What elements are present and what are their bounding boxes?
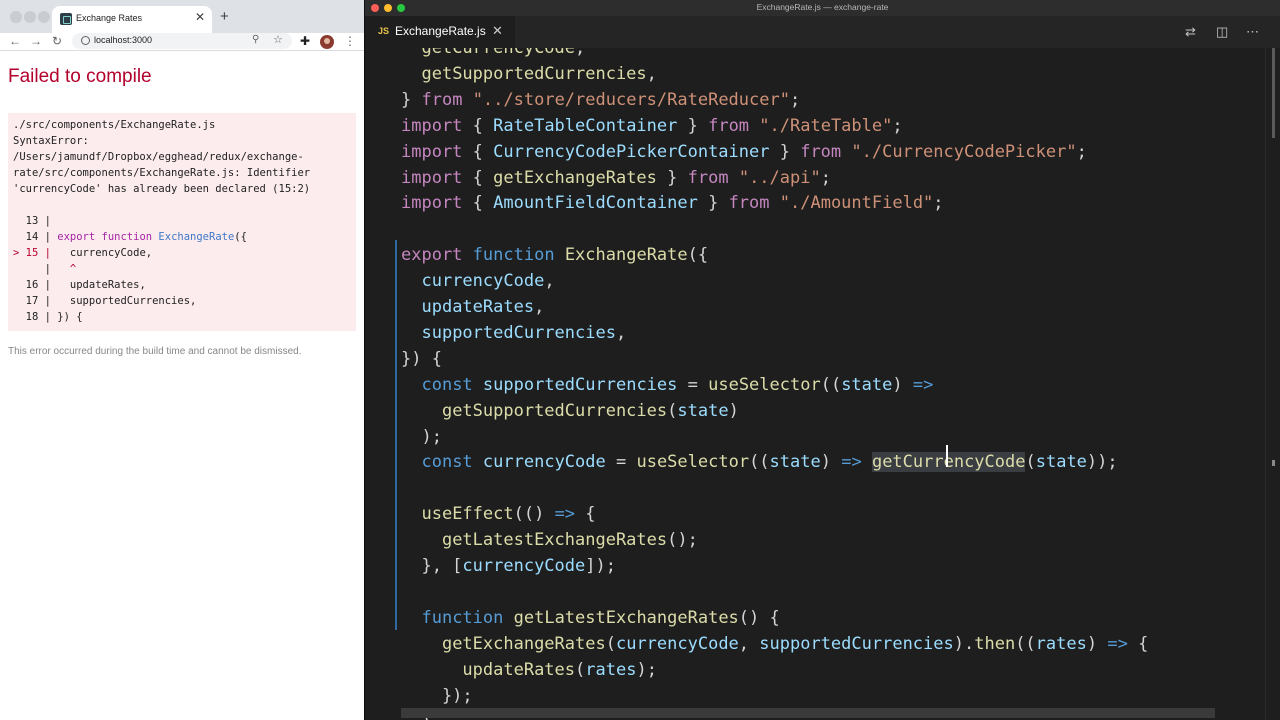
vertical-scrollbar[interactable]	[1265, 48, 1280, 720]
minimize-window-button[interactable]	[24, 11, 36, 23]
zoom-icon[interactable]: ⚲	[252, 34, 259, 45]
code-frame-code: export function ExchangeRate({	[57, 231, 247, 243]
code-editor[interactable]: getCurrencyCode, getSupportedCurrencies,…	[365, 48, 1265, 720]
code-frame-gutter: 16 |	[13, 279, 58, 291]
code-line[interactable]: import { CurrencyCodePickerContainer } f…	[401, 141, 1087, 163]
code-frame-gutter: 14 |	[13, 231, 58, 243]
code-line[interactable]: getExchangeRates(currencyCode, supported…	[401, 633, 1148, 655]
code-frame-gutter: 13 |	[13, 215, 58, 227]
code-frame-line: 17 | supportedCurrencies,	[13, 295, 197, 307]
code-line[interactable]: supportedCurrencies,	[401, 322, 626, 344]
code-line[interactable]: function getLatestExchangeRates() {	[401, 607, 779, 629]
error-message-line: SyntaxError:	[13, 135, 89, 147]
code-line[interactable]: }) {	[401, 348, 442, 370]
code-frame-gutter: 18 |	[13, 311, 58, 323]
bookmark-star-icon[interactable]: ☆	[273, 33, 283, 46]
vscode-window-title: ExchangeRate.js — exchange-rate	[756, 2, 889, 12]
address-url[interactable]: localhost:3000	[94, 35, 152, 45]
scrollbar-cursor-marker	[1272, 460, 1275, 466]
code-frame-gutter: > 15 |	[13, 247, 58, 259]
code-line[interactable]: }, [currencyCode]);	[401, 555, 616, 577]
code-frame-line: 13 |	[13, 215, 57, 227]
code-frame-code: ^	[57, 263, 77, 275]
code-frame-code: currencyCode,	[57, 247, 153, 259]
editor-tab-exchangerate[interactable]: JS ExchangeRate.js ✕	[365, 16, 515, 48]
vscode-window: ExchangeRate.js — exchange-rate JS Excha…	[365, 0, 1280, 720]
code-line[interactable]: updateRates,	[401, 296, 544, 318]
code-frame-gutter: 17 |	[13, 295, 58, 307]
maximize-window-button[interactable]	[38, 11, 50, 23]
code-frame-line: 18 | }) {	[13, 311, 83, 323]
code-frame-line: 14 | export function ExchangeRate({	[13, 231, 247, 243]
code-line[interactable]: import { RateTableContainer } from "./Ra…	[401, 115, 903, 137]
browser-tab-strip: Exchange Rates ✕ +	[0, 0, 364, 33]
js-file-icon: JS	[378, 26, 390, 36]
close-tab-icon[interactable]: ✕	[195, 10, 205, 24]
code-frame-code: supportedCurrencies,	[57, 295, 197, 307]
code-frame-line: | ^	[13, 263, 77, 275]
extensions-puzzle-icon[interactable]: ✚	[300, 34, 310, 48]
code-line[interactable]: currencyCode,	[401, 270, 554, 292]
error-message-line: 'currencyCode' has already been declared…	[13, 183, 311, 195]
source-control-compare-icon[interactable]: ⇄	[1185, 24, 1196, 40]
reload-icon[interactable]: ↻	[52, 33, 62, 49]
close-editor-tab-icon[interactable]: ✕	[492, 23, 503, 39]
code-line[interactable]: getSupportedCurrencies,	[401, 63, 656, 85]
site-info-icon[interactable]	[81, 36, 90, 45]
error-message-line: /Users/jamundf/Dropbox/egghead/redux/exc…	[13, 151, 304, 163]
code-line[interactable]: useEffect(() => {	[401, 503, 595, 525]
code-line[interactable]: );	[401, 426, 441, 448]
code-frame-gutter: |	[13, 263, 58, 275]
react-favicon-icon	[60, 13, 72, 25]
code-line[interactable]: export function ExchangeRate({	[401, 244, 708, 266]
profile-avatar[interactable]	[320, 35, 334, 49]
code-line[interactable]: const currencyCode = useSelector((state)…	[401, 451, 1118, 473]
indent-guide	[395, 240, 397, 630]
split-editor-icon[interactable]: ◫	[1216, 24, 1228, 40]
error-title: Failed to compile	[8, 66, 152, 87]
address-bar[interactable]: localhost:3000 ⚲ ☆	[72, 33, 292, 49]
error-message-line: ./src/components/ExchangeRate.js	[13, 119, 216, 131]
browser-toolbar: ← → ↻ localhost:3000 ⚲ ☆ ✚ ⋮	[0, 33, 364, 51]
vscode-titlebar: ExchangeRate.js — exchange-rate	[365, 0, 1280, 16]
browser-window: Exchange Rates ✕ + ← → ↻ localhost:3000 …	[0, 0, 364, 720]
error-message-line: rate/src/components/ExchangeRate.js: Ide…	[13, 167, 311, 179]
text-cursor	[946, 445, 948, 467]
code-line[interactable]: getCurrencyCode,	[401, 48, 585, 59]
scrollbar-thumb[interactable]	[1272, 48, 1275, 138]
back-icon[interactable]: ←	[9, 33, 21, 49]
code-line[interactable]: } from "../store/reducers/RateReducer";	[401, 89, 800, 111]
code-frame-code: }) {	[57, 311, 83, 323]
browser-tab-exchange-rates[interactable]: Exchange Rates ✕	[52, 6, 212, 33]
code-line[interactable]: getLatestExchangeRates();	[401, 529, 698, 551]
code-line[interactable]: });	[401, 685, 473, 707]
browser-menu-icon[interactable]: ⋮	[344, 34, 356, 48]
code-line[interactable]: updateRates(rates);	[401, 659, 657, 681]
more-actions-icon[interactable]: ⋯	[1246, 24, 1259, 40]
code-frame-code: updateRates,	[57, 279, 146, 291]
code-line[interactable]: import { getExchangeRates } from "../api…	[401, 167, 831, 189]
forward-icon[interactable]: →	[30, 33, 42, 49]
close-window-button[interactable]	[10, 11, 22, 23]
code-line[interactable]: import { AmountFieldContainer } from "./…	[401, 192, 944, 214]
code-frame-line: 16 | updateRates,	[13, 279, 146, 291]
browser-tab-title: Exchange Rates	[76, 13, 143, 23]
error-footer: This error occurred during the build tim…	[8, 346, 302, 357]
code-line[interactable]: getSupportedCurrencies(state)	[401, 400, 739, 422]
editor-tab-label[interactable]: ExchangeRate.js	[395, 24, 486, 38]
horizontal-scrollbar[interactable]	[401, 708, 1215, 718]
new-tab-button[interactable]: +	[220, 8, 229, 25]
editor-tab-bar: JS ExchangeRate.js ✕	[365, 16, 1280, 48]
code-line[interactable]: const supportedCurrencies = useSelector(…	[401, 374, 933, 396]
code-frame-line: > 15 | currencyCode,	[13, 247, 152, 259]
